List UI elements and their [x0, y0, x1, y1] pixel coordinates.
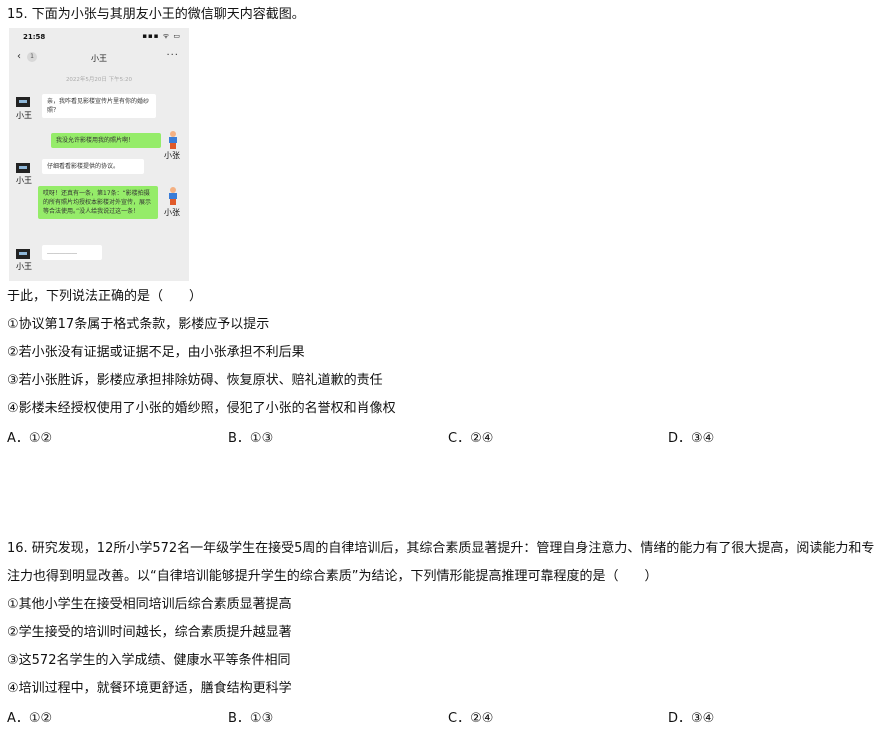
q16-statement: ②学生接受的培训时间越长，综合素质提升越显著 — [7, 625, 292, 640]
q15-statement: ③若小张胜诉，影楼应承担排除妨碍、恢复原状、赔礼道歉的责任 — [7, 373, 383, 388]
q15-stem: 于此，下列说法正确的是（ ） — [7, 289, 203, 304]
message-bubble: 哎呀！还真有一条，第17条：“影楼拍摄的所有照片均授权本影楼对外宣传，展示等合法… — [38, 186, 158, 219]
avatar-xiaowang — [16, 249, 30, 259]
sender-name: 小张 — [164, 151, 180, 160]
q15-title: 15. 下面为小张与其朋友小王的微信聊天内容截图。 — [7, 7, 305, 22]
message-bubble: 仔细看看影楼提供的协议。 — [42, 159, 144, 174]
q15-option-a[interactable]: A．①② — [7, 430, 52, 448]
status-time: 21:58 — [23, 33, 46, 41]
avatar-xiaozhang-icon — [167, 131, 179, 149]
sender-name: 小王 — [16, 262, 32, 271]
sender-name: 小王 — [16, 176, 32, 185]
chat-header: ‹ 1 小王 ··· — [9, 46, 189, 68]
status-bar: 21:58 ▪▪▪ ᯤ ▭ — [9, 28, 189, 44]
avatar-xiaowang — [16, 97, 30, 107]
q16-statement: ①其他小学生在接受相同培训后综合素质显著提高 — [7, 597, 292, 612]
q16-statement: ③这572名学生的入学成绩、健康水平等条件相同 — [7, 653, 291, 668]
q15-statement: ②若小张没有证据或证据不足，由小张承担不利后果 — [7, 345, 305, 360]
chat-title: 小王 — [91, 54, 107, 63]
q15-option-d[interactable]: D．③④ — [668, 430, 714, 448]
avatar-xiaowang — [16, 163, 30, 173]
q16-option-b[interactable]: B．①③ — [228, 710, 273, 728]
q15-option-b[interactable]: B．①③ — [228, 430, 273, 448]
message-bubble: 亲，我咋看见影楼宣传片里有你的婚纱照？ — [42, 94, 156, 118]
chat-timestamp: 2022年5月20日 下午5:20 — [65, 77, 133, 83]
q16-statement: ④培训过程中，就餐环境更舒适，膳食结构更科学 — [7, 681, 292, 696]
signal-battery-icon: ▪▪▪ ᯤ ▭ — [142, 32, 181, 40]
avatar-xiaozhang-icon — [167, 187, 179, 205]
message-bubble: 我没允许影楼用我的照片啊！ — [51, 133, 161, 148]
message-bubble: …………… — [42, 245, 102, 260]
q16-option-a[interactable]: A．①② — [7, 710, 52, 728]
sender-name: 小王 — [16, 111, 32, 120]
q15-option-c[interactable]: C．②④ — [448, 430, 493, 448]
q16-option-d[interactable]: D．③④ — [668, 710, 714, 728]
more-icon: ··· — [166, 50, 179, 61]
sender-name: 小张 — [164, 208, 180, 217]
q15-statement: ①协议第17条属于格式条款，影楼应予以提示 — [7, 317, 270, 332]
q16-stem: 16. 研究发现，12所小学572名一年级学生在接受5周的自律培训后，其综合素质… — [7, 541, 875, 584]
wechat-screenshot: 21:58 ▪▪▪ ᯤ ▭ ‹ 1 小王 ··· 2022年5月20日 下午5:… — [9, 28, 189, 281]
q16-option-c[interactable]: C．②④ — [448, 710, 493, 728]
q15-statement: ④影楼未经授权使用了小张的婚纱照，侵犯了小张的名誉权和肖像权 — [7, 401, 396, 416]
